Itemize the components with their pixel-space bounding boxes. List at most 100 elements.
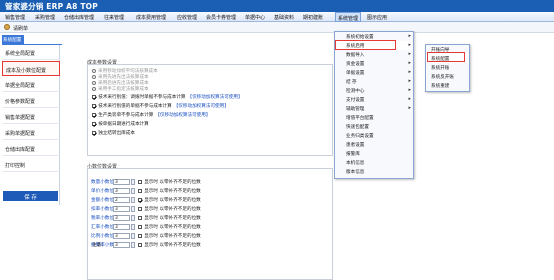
checkbox-icon[interactable] xyxy=(92,94,97,100)
system-menu-item-15[interactable]: 版本信息 xyxy=(335,167,413,176)
tab-system-config[interactable]: 系统配置 xyxy=(2,35,24,44)
system-menu-item-2[interactable]: 数据导入 ▸ xyxy=(335,50,413,59)
sidebar-item-4[interactable]: 销售单据配置 xyxy=(2,109,60,124)
menu-10[interactable]: 系统管理 xyxy=(335,12,362,22)
decimal-label: 扣率小数位数 xyxy=(91,207,119,212)
menu-2[interactable]: 仓储出库管理 xyxy=(64,14,94,21)
menu-item-label: 患者设置 xyxy=(346,143,365,148)
system-menu-item-9[interactable]: 增值平台配置 xyxy=(335,113,413,122)
decimal-row-6: 比例小数位数 3 显示时 以零补齐不足的位数 xyxy=(91,233,201,239)
chevron-right-icon: ▸ xyxy=(408,78,411,84)
pad-zero-checkbox[interactable] xyxy=(138,206,143,212)
decimal-input[interactable]: 3 xyxy=(113,188,130,194)
cost-option-4[interactable]: 独立结转出库成本 xyxy=(92,130,135,136)
decimal-input[interactable]: 3 xyxy=(113,206,130,212)
sidebar-item-0[interactable]: 系统全局配置 xyxy=(2,45,60,60)
system-menu-item-13[interactable]: 报警库 xyxy=(335,149,413,158)
cost-option-0[interactable]: 技术采行别值：调拨时单据不参与成本计算 【仅移动加权算法可使用】 xyxy=(92,94,243,100)
pad-zero-checkbox[interactable] xyxy=(138,197,143,203)
decimal-row-4: 税率小数位数 3 显示时 以零补齐不足的位数 xyxy=(91,215,201,221)
system-menu-item-11[interactable]: 业务归类设置 xyxy=(335,131,413,140)
system-menu-item-4[interactable]: 单据设置 ▸ xyxy=(335,68,413,77)
sidebar-item-2[interactable]: 单据全局配置 xyxy=(2,77,60,92)
decimal-row-1: 单价小数位数 3 显示时 以零补齐不足的位数 xyxy=(91,188,201,194)
cost-option-3[interactable]: 按单据日期进行成本计算 xyxy=(92,121,149,127)
system-menu-item-14[interactable]: 本机信息 xyxy=(335,158,413,167)
decimal-input[interactable]: 3 xyxy=(113,179,130,185)
submenu-item-3[interactable]: 系统反开账 xyxy=(426,72,469,81)
menu-11[interactable]: 图示应用 xyxy=(367,14,387,21)
pad-zero-checkbox[interactable] xyxy=(138,179,143,185)
toolbar-label[interactable]: 请刷单 xyxy=(13,25,28,32)
menu-1[interactable]: 采购管理 xyxy=(35,14,55,21)
decimal-label: 比例小数位数 xyxy=(91,234,119,239)
menu-0[interactable]: 销售管理 xyxy=(5,14,25,21)
spinner-icon[interactable] xyxy=(131,206,135,212)
sidebar-item-6[interactable]: 仓储出库配置 xyxy=(2,141,60,156)
pad-zero-checkbox[interactable] xyxy=(138,224,143,230)
spinner-icon[interactable] xyxy=(131,179,135,185)
menu-item-label: 增值平台配置 xyxy=(346,116,374,121)
radio-icon[interactable] xyxy=(92,75,96,79)
pad-zero-checkbox[interactable] xyxy=(138,233,143,239)
decimal-label: 汇率小数位数 xyxy=(91,225,119,230)
sidebar-item-3[interactable]: 价格参数配置 xyxy=(2,93,60,108)
pad-zero-checkbox[interactable] xyxy=(138,215,143,221)
cost-option-2[interactable]: 生产类装单不参与成本计算 【仅移动加权算法可使用】 xyxy=(92,112,210,118)
system-menu-item-5[interactable]: 结 存 ▸ xyxy=(335,77,413,86)
decimal-input[interactable]: 3 xyxy=(113,224,130,230)
system-menu-item-10[interactable]: 快速包配置 xyxy=(335,122,413,131)
system-menu-item-3[interactable]: 资金设置 ▸ xyxy=(335,59,413,68)
system-menu-item-8[interactable]: 辅助管理 ▸ xyxy=(335,104,413,113)
menu-4[interactable]: 成本费用管理 xyxy=(136,14,166,21)
decimal-input[interactable]: 3 xyxy=(113,242,130,248)
option-note: 【仅移动加权算法可使用】 xyxy=(187,95,243,100)
pad-zero-label: 显示时 以零补齐不足的位数 xyxy=(144,198,201,203)
submenu-item-4[interactable]: 系统重建 xyxy=(426,81,469,90)
spinner-icon[interactable] xyxy=(131,233,135,239)
cost-method-radio-3[interactable]: 采用手工指定法核算成本 xyxy=(92,86,149,92)
sidebar-item-7[interactable]: 打印控制 xyxy=(2,157,60,172)
radio-icon[interactable] xyxy=(92,69,96,73)
main-panel: 成本参数设置 采用移动加权平均法核算成本 采用先进先出法核算成本 采用后进先出法核算… xyxy=(62,35,333,280)
decimal-input[interactable]: 3 xyxy=(113,233,130,239)
menu-6[interactable]: 会员卡券管理 xyxy=(206,14,236,21)
decimal-row-2: 金额小数位数 2 显示时 以零补齐不足的位数 xyxy=(91,197,201,203)
menu-item-label: 数据导入 xyxy=(346,53,365,58)
radio-icon[interactable] xyxy=(92,87,96,91)
cost-option-1[interactable]: 技术采行别值的单据不参与成本计算 【仅移动加权算法可使用】 xyxy=(92,103,229,109)
menu-3[interactable]: 往来管理 xyxy=(104,14,124,21)
menu-item-label: 支付设置 xyxy=(346,98,365,103)
decimal-input[interactable]: 3 xyxy=(113,215,130,221)
system-menu-item-7[interactable]: 支付设置 ▸ xyxy=(335,95,413,104)
submenu-item-2[interactable]: 系统开账 xyxy=(426,63,469,72)
menu-item-label: 版本信息 xyxy=(346,170,365,175)
sidebar-item-5[interactable]: 采购单据配置 xyxy=(2,125,60,140)
sidebar-item-1[interactable]: 成本及小数位配置 xyxy=(2,61,60,76)
spinner-icon[interactable] xyxy=(131,215,135,221)
checkbox-icon[interactable] xyxy=(92,103,97,109)
pad-zero-checkbox[interactable] xyxy=(138,188,143,194)
decimal-input[interactable]: 2 xyxy=(113,197,130,203)
menu-9[interactable]: 期初建账 xyxy=(303,14,323,21)
pad-zero-checkbox[interactable] xyxy=(138,242,143,248)
chevron-right-icon: ▸ xyxy=(408,69,411,75)
spinner-icon[interactable] xyxy=(131,188,135,194)
save-button[interactable]: 保 存 xyxy=(3,191,58,201)
menu-5[interactable]: 应收管理 xyxy=(177,14,197,21)
submenu-item-label: 系统开账 xyxy=(431,66,450,71)
menu-8[interactable]: 基础资料 xyxy=(274,14,294,21)
checkbox-icon[interactable] xyxy=(92,121,97,127)
system-menu-item-6[interactable]: 检测中心 ▸ xyxy=(335,86,413,95)
spinner-icon[interactable] xyxy=(131,197,135,203)
checkbox-icon[interactable] xyxy=(92,130,97,136)
decimal-label: 金额小数位数 xyxy=(91,198,119,203)
spinner-icon[interactable] xyxy=(131,224,135,230)
decimal-label: 单价小数位数 xyxy=(91,189,119,194)
system-menu-item-12[interactable]: 患者设置 xyxy=(335,140,413,149)
spinner-icon[interactable] xyxy=(131,242,135,248)
user-icon[interactable] xyxy=(4,24,10,30)
checkbox-icon[interactable] xyxy=(92,112,97,118)
radio-icon[interactable] xyxy=(92,81,96,85)
menu-7[interactable]: 单据中心 xyxy=(245,14,265,21)
